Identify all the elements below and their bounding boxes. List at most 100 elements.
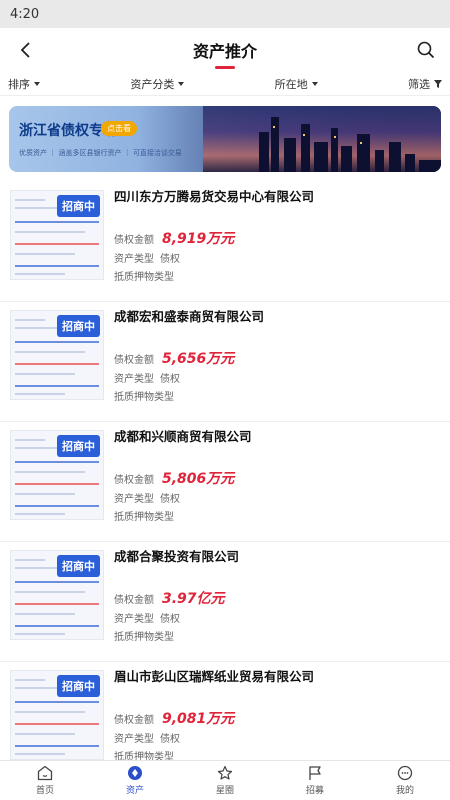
asset-thumbnail: 招商中 bbox=[10, 190, 104, 280]
thumb-line bbox=[15, 625, 99, 627]
asset-thumbnail: 招商中 bbox=[10, 310, 104, 400]
type-value: 债权 bbox=[160, 734, 180, 745]
building bbox=[301, 124, 310, 172]
bottom-tab-bar: 首页 资产 星圈 招募 我的 bbox=[0, 760, 450, 800]
profile-icon bbox=[397, 765, 413, 781]
thumb-line bbox=[15, 567, 60, 569]
thumb-line bbox=[15, 505, 99, 507]
page-title: 资产推介 bbox=[192, 42, 257, 61]
type-label: 资产类型 bbox=[114, 254, 154, 265]
search-icon bbox=[417, 41, 435, 59]
thumb-line bbox=[15, 439, 45, 441]
flag-icon bbox=[309, 766, 321, 780]
city-light bbox=[273, 126, 275, 128]
type-row: 资产类型 债权 bbox=[114, 490, 180, 505]
type-label: 资产类型 bbox=[114, 374, 154, 385]
home-icon bbox=[37, 765, 53, 781]
amount-label: 债权金额 bbox=[114, 595, 154, 606]
tab-recruit-label: 招募 bbox=[305, 786, 324, 796]
filter-location-label: 所在地 bbox=[274, 77, 308, 91]
thumb-line bbox=[15, 385, 99, 387]
company-name: 成都宏和盛泰商贸有限公司 bbox=[114, 309, 265, 324]
asset-card[interactable]: 招商中 成都和兴顺商贸有限公司 债权金额 5,806万元 资产类型 债权 抵质押物类… bbox=[0, 422, 450, 542]
building bbox=[419, 160, 441, 172]
company-name: 成都和兴顺商贸有限公司 bbox=[114, 429, 252, 444]
caret-down-icon bbox=[311, 81, 318, 86]
thumb-line bbox=[15, 373, 75, 375]
filter-funnel-icon bbox=[433, 79, 442, 88]
caret-down-icon bbox=[178, 81, 185, 86]
city-light bbox=[303, 134, 305, 136]
tab-star-circle-label: 星圈 bbox=[215, 786, 234, 796]
asset-thumbnail: 招商中 bbox=[10, 430, 104, 520]
thumb-line bbox=[15, 231, 85, 233]
collateral-row: 抵质押物类型 bbox=[114, 508, 174, 523]
tab-assets-label: 资产 bbox=[125, 786, 144, 796]
back-button[interactable] bbox=[12, 36, 40, 64]
thumb-line bbox=[15, 363, 99, 365]
thumb-line bbox=[15, 265, 99, 267]
status-time: 4:20 bbox=[10, 6, 40, 22]
collateral-row: 抵质押物类型 bbox=[114, 628, 174, 643]
type-value: 债权 bbox=[160, 374, 180, 385]
banner-badge[interactable]: 点击看 bbox=[101, 121, 137, 136]
collateral-label: 抵质押物类型 bbox=[114, 392, 174, 403]
building bbox=[314, 142, 328, 172]
thumb-line bbox=[15, 207, 60, 209]
tab-profile-label: 我的 bbox=[395, 786, 414, 796]
thumb-line bbox=[15, 199, 45, 201]
amount-row: 债权金额 9,081万元 bbox=[114, 708, 234, 728]
thumb-line bbox=[15, 559, 45, 561]
tab-profile[interactable]: 我的 bbox=[360, 761, 450, 800]
city-light bbox=[360, 142, 362, 144]
amount-label: 债权金额 bbox=[114, 475, 154, 486]
asset-card[interactable]: 招商中 成都宏和盛泰商贸有限公司 债权金额 5,656万元 资产类型 债权 抵质押物… bbox=[0, 302, 450, 422]
filter-sort[interactable]: 排序 bbox=[8, 76, 40, 92]
filter-asset-category[interactable]: 资产分类 bbox=[130, 76, 185, 92]
building bbox=[331, 128, 338, 172]
tab-recruit[interactable]: 招募 bbox=[270, 761, 360, 800]
thumb-line bbox=[15, 753, 65, 755]
tab-assets[interactable]: 资产 bbox=[90, 761, 180, 800]
search-button[interactable] bbox=[412, 36, 440, 64]
thumb-line bbox=[15, 393, 65, 395]
status-badge: 招商中 bbox=[57, 675, 100, 697]
filter-screen[interactable]: 筛选 bbox=[408, 76, 442, 92]
amount-label: 债权金额 bbox=[114, 355, 154, 366]
asset-thumbnail: 招商中 bbox=[10, 550, 104, 640]
amount-row: 债权金额 5,656万元 bbox=[114, 348, 234, 368]
collateral-label: 抵质押物类型 bbox=[114, 272, 174, 283]
thumb-line bbox=[15, 581, 99, 583]
promo-banner[interactable]: 浙江省债权专场 点击看 优质资产 ｜ 涵盖多区县银行资产 ｜ 可直接洽谈交易 bbox=[9, 106, 441, 172]
city-light bbox=[334, 136, 336, 138]
asset-card[interactable]: 招商中 成都合聚投资有限公司 债权金额 3.97亿元 资产类型 债权 抵质押物类型 bbox=[0, 542, 450, 662]
asset-icon bbox=[128, 766, 142, 780]
thumb-line bbox=[15, 711, 85, 713]
thumb-line bbox=[15, 351, 85, 353]
type-row: 资产类型 债权 bbox=[114, 250, 180, 265]
tab-home[interactable]: 首页 bbox=[0, 761, 90, 800]
collateral-label: 抵质押物类型 bbox=[114, 512, 174, 523]
filter-asset-category-label: 资产分类 bbox=[130, 77, 175, 91]
thumb-line bbox=[15, 243, 99, 245]
filter-location[interactable]: 所在地 bbox=[275, 76, 318, 92]
asset-card[interactable]: 招商中 四川东方万腾易货交易中心有限公司 债权金额 8,919万元 资产类型 债权 … bbox=[0, 182, 450, 302]
type-value: 债权 bbox=[160, 494, 180, 505]
thumb-line bbox=[15, 327, 60, 329]
amount-value: 5,656万元 bbox=[162, 351, 235, 367]
building bbox=[389, 142, 401, 172]
type-row: 资产类型 债权 bbox=[114, 730, 180, 745]
thumb-line bbox=[15, 591, 85, 593]
thumb-line bbox=[15, 221, 99, 223]
type-label: 资产类型 bbox=[114, 614, 154, 625]
thumb-line bbox=[15, 341, 99, 343]
thumb-line bbox=[15, 513, 65, 515]
caret-down-icon bbox=[34, 81, 40, 86]
thumb-line bbox=[15, 603, 99, 605]
tab-star-circle[interactable]: 星圈 bbox=[180, 761, 270, 800]
collateral-label: 抵质押物类型 bbox=[114, 632, 174, 643]
company-name: 成都合聚投资有限公司 bbox=[114, 549, 240, 564]
chevron-left-icon bbox=[20, 42, 30, 58]
amount-value: 9,081万元 bbox=[162, 711, 235, 727]
thumb-line bbox=[15, 273, 65, 275]
